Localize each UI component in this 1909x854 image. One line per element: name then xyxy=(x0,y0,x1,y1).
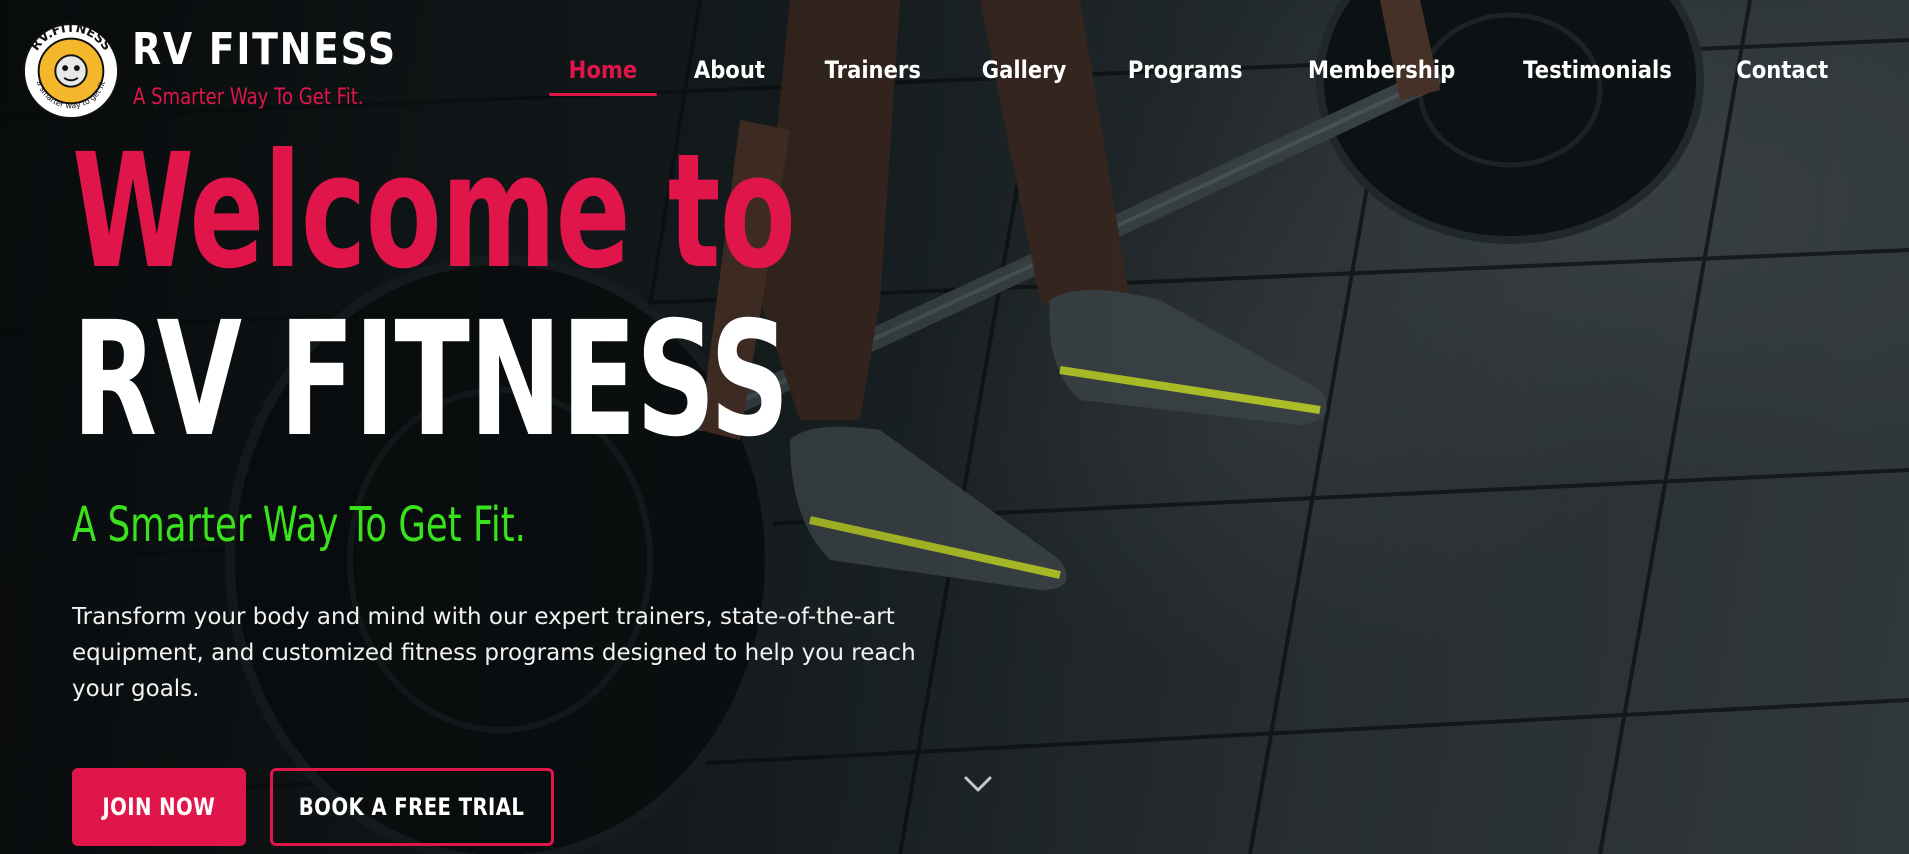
nav-item-home[interactable]: Home xyxy=(547,52,658,98)
chevron-down-icon[interactable] xyxy=(962,772,994,796)
hero-title-brand: RV FITNESS xyxy=(72,288,790,472)
nav-item-about[interactable]: About xyxy=(673,52,786,98)
hero-section: Welcome to RV FITNESS xyxy=(72,128,1052,464)
join-now-label: JOIN NOW xyxy=(102,793,216,821)
brand-tagline: A Smarter Way To Get Fit. xyxy=(133,85,364,110)
hero-description: Transform your body and mind with our ex… xyxy=(72,604,916,702)
site-header: RV.FITNESS a smarter way to get fit RV F… xyxy=(0,0,1909,130)
nav-item-gallery[interactable]: Gallery xyxy=(960,52,1087,98)
nav-item-testimonials[interactable]: Testimonials xyxy=(1502,52,1693,98)
nav-item-contact[interactable]: Contact xyxy=(1716,52,1850,98)
hero-tagline: A Smarter Way To Get Fit. xyxy=(72,497,526,553)
book-free-trial-button[interactable]: BOOK A FREE TRIAL xyxy=(270,768,554,846)
main-nav: Home About Trainers Gallery Programs Mem… xyxy=(540,52,1859,98)
brand-name[interactable]: RV FITNESS xyxy=(132,24,397,75)
join-now-button[interactable]: JOIN NOW xyxy=(72,768,246,846)
brand-logo[interactable]: RV.FITNESS a smarter way to get fit xyxy=(22,22,120,120)
nav-item-trainers[interactable]: Trainers xyxy=(804,52,943,98)
book-free-trial-label: BOOK A FREE TRIAL xyxy=(299,793,525,821)
hero-title-welcome: Welcome to xyxy=(72,120,796,304)
nav-item-programs[interactable]: Programs xyxy=(1107,52,1264,98)
nav-item-membership[interactable]: Membership xyxy=(1287,52,1476,98)
